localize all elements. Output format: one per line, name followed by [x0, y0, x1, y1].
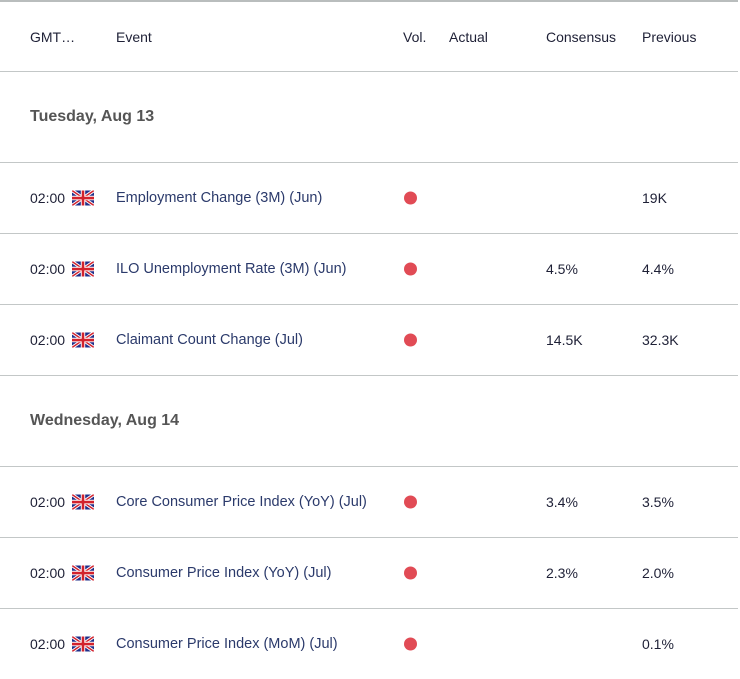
previous-value: 3.5% — [642, 494, 674, 510]
header-time[interactable]: GMT… — [30, 29, 75, 45]
header-consensus[interactable]: Consensus — [546, 29, 616, 45]
consensus-value: 3.4% — [546, 494, 578, 510]
event-row[interactable]: 02:00 ILO Unemployment Rate (3M) (Jun) 4.… — [0, 233, 738, 304]
volatility-high-icon — [404, 566, 417, 580]
previous-value: 2.0% — [642, 565, 674, 581]
uk-flag-icon — [71, 493, 95, 511]
event-row[interactable]: 02:00 Consumer Price Index (MoM) (Jul) 0.… — [0, 608, 738, 679]
table-header: GMT… Event Vol. Actual Consensus Previou… — [0, 0, 738, 71]
header-vol[interactable]: Vol. — [403, 29, 426, 45]
event-name-link[interactable]: Claimant Count Change (Jul) — [116, 332, 303, 348]
event-name-link[interactable]: Consumer Price Index (YoY) (Jul) — [116, 565, 331, 581]
date-label: Tuesday, Aug 13 — [30, 108, 155, 125]
header-previous[interactable]: Previous — [642, 29, 696, 45]
date-group-header: Tuesday, Aug 13 — [0, 71, 738, 162]
volatility-high-icon — [404, 191, 417, 205]
event-name-link[interactable]: Core Consumer Price Index (YoY) (Jul) — [116, 494, 367, 510]
consensus-value: 14.5K — [546, 332, 583, 348]
event-time: 02:00 — [30, 636, 66, 652]
event-name-link[interactable]: Consumer Price Index (MoM) (Jul) — [116, 636, 338, 652]
uk-flag-icon — [71, 189, 95, 207]
header-event[interactable]: Event — [116, 29, 152, 45]
uk-flag-icon — [71, 635, 95, 653]
date-group-header: Wednesday, Aug 14 — [0, 375, 738, 466]
event-time: 02:00 — [30, 565, 66, 581]
uk-flag-icon — [71, 331, 95, 349]
previous-value: 19K — [642, 190, 667, 206]
event-time: 02:00 — [30, 494, 66, 510]
event-row[interactable]: 02:00 Core Consumer Price Index (YoY) (J… — [0, 466, 738, 537]
event-row[interactable]: 02:00 Employment Change (3M) (Jun) 19K — [0, 162, 738, 233]
event-row[interactable]: 02:00 Claimant Count Change (Jul) 14.5K 32… — [0, 304, 738, 375]
event-name-link[interactable]: Employment Change (3M) (Jun) — [116, 190, 322, 206]
uk-flag-icon — [71, 260, 95, 278]
event-time: 02:00 — [30, 332, 66, 348]
previous-value: 4.4% — [642, 261, 674, 277]
event-time: 02:00 — [30, 190, 66, 206]
volatility-high-icon — [404, 333, 417, 347]
volatility-high-icon — [404, 262, 417, 276]
uk-flag-icon — [71, 564, 95, 582]
volatility-high-icon — [404, 495, 417, 509]
consensus-value: 2.3% — [546, 565, 578, 581]
event-name-link[interactable]: ILO Unemployment Rate (3M) (Jun) — [116, 261, 346, 277]
event-time: 02:00 — [30, 261, 66, 277]
date-label: Wednesday, Aug 14 — [30, 412, 180, 429]
volatility-high-icon — [404, 637, 417, 651]
previous-value: 0.1% — [642, 636, 674, 652]
consensus-value: 4.5% — [546, 261, 578, 277]
previous-value: 32.3K — [642, 332, 679, 348]
header-actual[interactable]: Actual — [449, 29, 488, 45]
economic-calendar-table: GMT… Event Vol. Actual Consensus Previou… — [0, 0, 738, 679]
event-row[interactable]: 02:00 Consumer Price Index (YoY) (Jul) 2.… — [0, 537, 738, 608]
